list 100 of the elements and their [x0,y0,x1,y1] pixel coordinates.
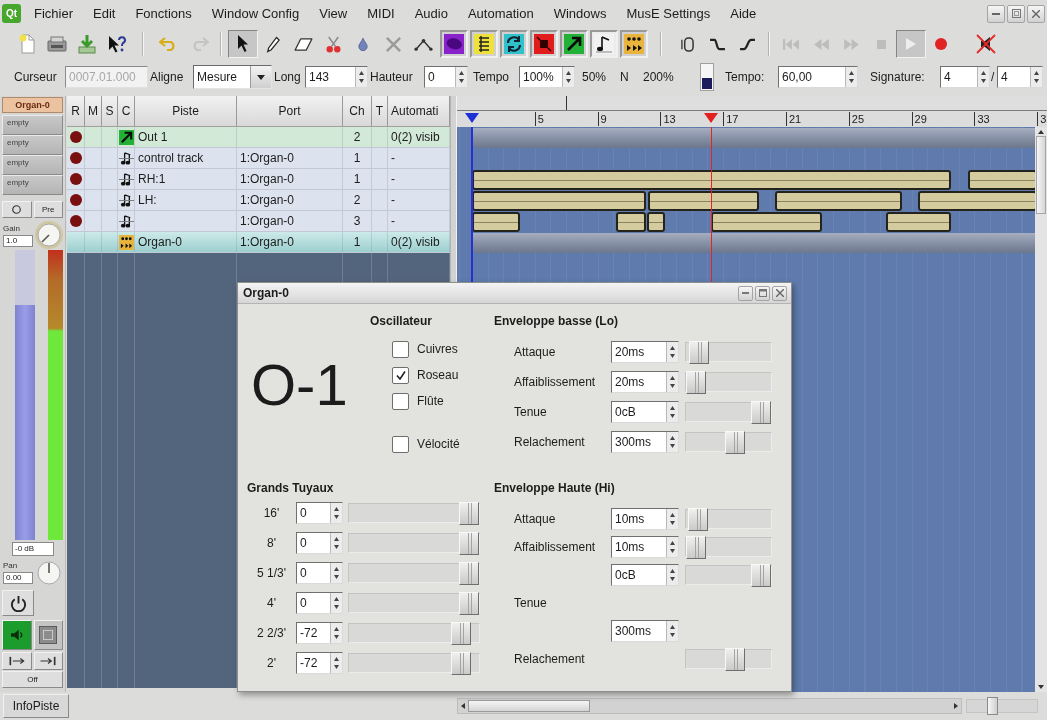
tempo-preset[interactable]: N [620,70,629,84]
menu-item[interactable]: Windows [543,4,617,23]
knob-icon[interactable] [35,221,63,249]
midi-part[interactable] [917,191,1035,211]
midi-part[interactable] [968,170,1035,190]
slider-track[interactable] [685,372,772,392]
menu-item[interactable]: Edit [83,4,126,23]
column-header[interactable]: M [85,96,102,126]
insert-slot[interactable]: empty [2,155,63,175]
menu-item[interactable]: Automation [457,4,544,23]
column-header[interactable]: C [118,96,135,126]
column-header[interactable]: Port [237,96,343,126]
caret-left-icon[interactable] [461,703,465,709]
checkbox[interactable] [392,392,409,410]
slider-handle[interactable] [686,371,706,394]
slider-track[interactable] [685,509,772,529]
minimize-button[interactable] [987,4,1005,23]
midi-part[interactable] [472,191,647,211]
ring-button[interactable] [2,201,32,218]
import-icon[interactable] [78,34,96,54]
tempo-preset[interactable]: 200% [643,70,674,84]
menu-item[interactable]: Fonctions [125,4,202,23]
slider-track[interactable] [348,623,480,643]
track-row[interactable]: RH:1 1:Organ-0 1 - [67,169,450,190]
slider-handle[interactable] [459,502,479,525]
pre-button[interactable]: Pre [33,201,63,218]
speaker-cross-icon[interactable] [976,34,996,54]
slider-track[interactable] [348,563,480,583]
slider-handle[interactable] [687,508,708,531]
editor-button[interactable] [620,30,648,58]
horizontal-scrollbar[interactable] [457,698,962,714]
parameter-spin-box[interactable]: 300ms [611,431,679,453]
zoom-slider-handle[interactable] [987,697,998,715]
column-header[interactable]: R [67,96,85,126]
parameter-spin-box[interactable]: 10ms [611,508,679,530]
routing-button[interactable] [2,652,32,670]
start-marker-icon[interactable] [465,113,479,123]
slider-track[interactable] [685,565,772,585]
splitter-handle[interactable] [450,96,457,282]
insert-slot[interactable]: empty [2,175,63,195]
drawbar-spin-box[interactable]: 0 [296,532,343,554]
bracket-icon[interactable] [680,35,694,53]
slider-track[interactable] [348,653,480,673]
slider-handle[interactable] [459,592,479,615]
maximize-button[interactable] [755,285,770,301]
record-dot-icon[interactable] [69,131,82,143]
zoom-slider-track[interactable] [966,699,1038,713]
editor-button[interactable] [470,30,498,58]
s-curve-icon[interactable] [738,37,756,51]
slider-handle[interactable] [751,401,771,424]
pan-field[interactable]: 0.00 [3,572,33,584]
caret-right-icon[interactable] [954,703,958,709]
record-dot-icon[interactable] [69,173,82,185]
slider-track[interactable] [348,593,480,613]
menu-item[interactable]: MusE Settings [616,4,721,23]
slider-track[interactable] [348,503,480,523]
routing-button[interactable] [33,652,63,670]
length-spin-box[interactable]: 143 [305,66,368,88]
close-button[interactable] [1027,4,1045,23]
slider-track[interactable] [685,342,772,362]
parameter-spin-box[interactable]: 0cB [611,401,679,423]
printer-icon[interactable] [47,36,67,52]
signature-denominator-spin-box[interactable]: 4 [997,66,1043,88]
knob-icon[interactable] [35,558,63,587]
tempo-scale-spin-box[interactable]: 100% [519,66,575,88]
signature-numerator-spin-box[interactable]: 4 [940,66,990,88]
volume-field[interactable]: -0 dB [12,542,54,556]
pointer-tool-button[interactable] [228,30,258,58]
column-header[interactable]: T [372,96,388,126]
midi-part[interactable] [616,212,647,232]
slider-handle[interactable] [451,652,472,675]
slider-track[interactable] [348,533,480,553]
midi-part[interactable] [886,212,951,232]
track-row[interactable]: Out 1 2 0(2) visib [67,127,450,148]
menu-item[interactable]: Audio [404,4,458,23]
minimize-button[interactable] [738,285,753,301]
vertical-scrollbar[interactable] [1035,127,1047,692]
record-dot-icon[interactable] [69,215,82,227]
fader-track[interactable] [15,250,35,540]
scrollbar-handle[interactable] [468,700,590,712]
insert-slot[interactable]: empty [2,135,63,155]
midi-part[interactable] [647,191,760,211]
track-row[interactable]: control track 1:Organ-0 1 - [67,148,450,169]
midi-part[interactable] [710,212,823,232]
parameter-spin-box[interactable]: 0cB [611,564,679,586]
tempo-preset[interactable]: 50% [582,70,607,84]
slider-handle[interactable] [459,562,479,585]
parameter-spin-box[interactable]: 10ms [611,536,679,558]
editor-button[interactable] [440,30,468,58]
record-dot-icon[interactable] [69,152,82,164]
slider-handle[interactable] [451,622,472,645]
snap-combo-box[interactable]: Mesure [193,65,272,89]
slider-handle[interactable] [725,648,745,671]
caret-up-icon[interactable] [1038,130,1044,134]
parameter-spin-box[interactable]: 300ms [611,620,679,642]
checkbox[interactable] [392,435,409,453]
drawbar-spin-box[interactable]: 0 [296,592,343,614]
menu-item[interactable]: Fichier [24,4,83,23]
drawbar-spin-box[interactable]: 0 [296,502,343,524]
tempo-spin-box[interactable]: 60,00 [778,66,858,88]
